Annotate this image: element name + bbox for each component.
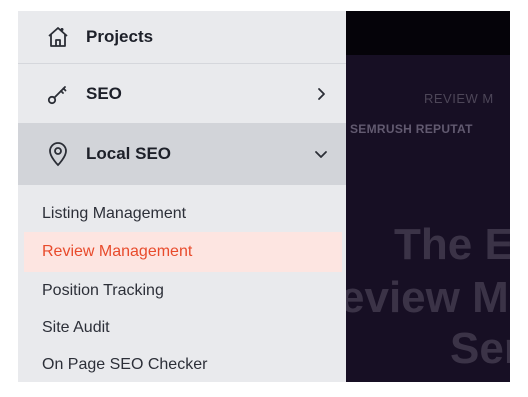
submenu-item-site-audit[interactable]: Site Audit bbox=[18, 309, 346, 346]
preview-headline-line: Ser bbox=[450, 324, 510, 373]
preview-eyebrow-text: REVIEW M bbox=[424, 91, 494, 106]
key-icon bbox=[44, 80, 72, 108]
submenu-item-listing-management[interactable]: Listing Management bbox=[18, 195, 346, 232]
preview-top-bar bbox=[346, 11, 510, 55]
sidebar-menu: Projects SEO Local SEO Listing Managemen… bbox=[18, 11, 346, 382]
preview-caption-text: SEMRUSH REPUTAT bbox=[350, 122, 473, 136]
sidebar-item-seo[interactable]: SEO bbox=[18, 63, 346, 123]
local-seo-submenu: Listing Management Review Management Pos… bbox=[18, 195, 346, 382]
sidebar-item-projects[interactable]: Projects bbox=[18, 11, 346, 63]
preview-headline-line: The Ea bbox=[394, 220, 510, 269]
location-pin-icon bbox=[44, 140, 72, 168]
sidebar-item-label: Projects bbox=[86, 27, 154, 46]
screenshot-frame: Projects SEO Local SEO Listing Managemen… bbox=[18, 11, 510, 382]
preview-headline-line: eview Ma bbox=[346, 273, 510, 322]
page-preview-overlay: REVIEW M SEMRUSH REPUTAT The Ea eview Ma… bbox=[346, 11, 510, 382]
chevron-right-icon bbox=[314, 87, 328, 101]
submenu-item-position-tracking[interactable]: Position Tracking bbox=[18, 272, 346, 309]
submenu-item-on-page-seo-checker[interactable]: On Page SEO Checker bbox=[18, 346, 346, 382]
home-icon bbox=[44, 23, 72, 51]
sidebar-item-label: SEO bbox=[86, 83, 122, 103]
submenu-item-review-management[interactable]: Review Management bbox=[24, 232, 342, 272]
sidebar-item-local-seo[interactable]: Local SEO bbox=[18, 123, 346, 185]
sidebar-item-label: Local SEO bbox=[86, 144, 172, 163]
chevron-down-icon bbox=[314, 147, 328, 161]
